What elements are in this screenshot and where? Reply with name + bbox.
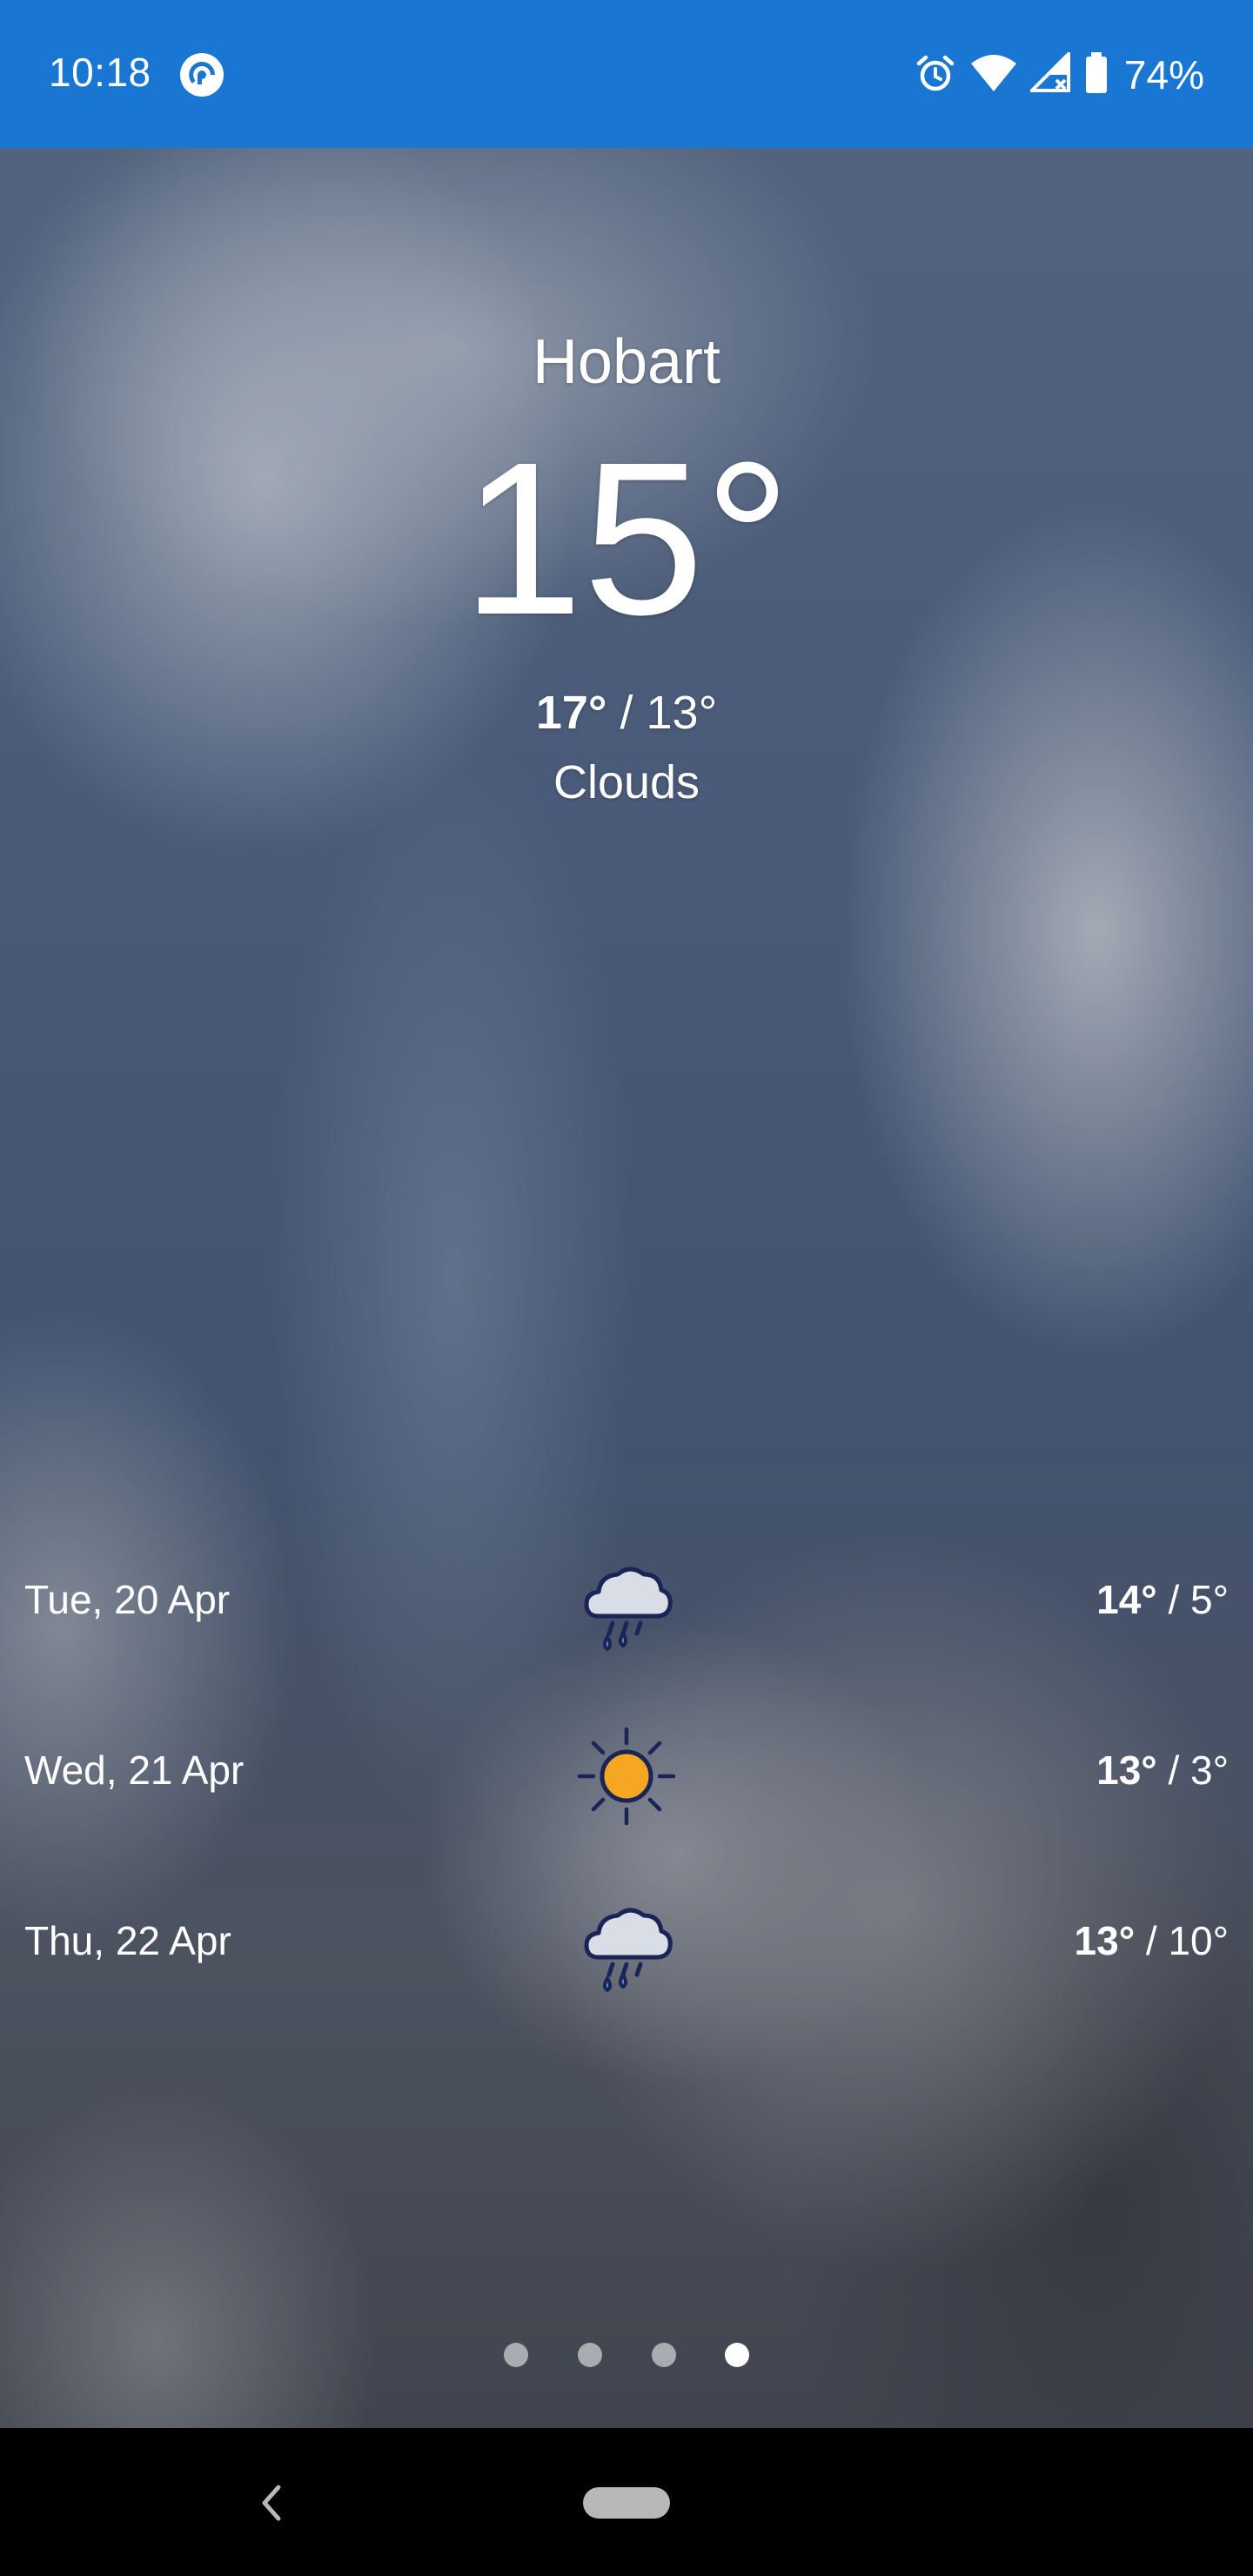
forecast-high: 14° [1096, 1577, 1157, 1622]
forecast-low: 5° [1190, 1577, 1229, 1622]
page-dot-4[interactable] [725, 2343, 749, 2367]
pocketcasts-icon [179, 52, 224, 102]
forecast-temperature: 14° / 5° [1096, 1580, 1229, 1620]
forecast-row[interactable]: Wed, 21 Apr 13° / 3° [0, 1689, 1253, 1860]
forecast-high: 13° [1074, 1918, 1136, 1963]
forecast-low: 3° [1190, 1748, 1229, 1793]
forecast-list: Tue, 20 Apr 14° / 5° Wed, 21 Apr 13° / 3… [0, 1519, 1253, 2030]
forecast-row[interactable]: Tue, 20 Apr 14° / 5° [0, 1519, 1253, 1689]
forecast-temperature: 13° / 3° [1096, 1750, 1229, 1790]
sun-icon [574, 1724, 679, 1828]
rain-cloud-icon [574, 1895, 679, 1999]
status-time: 10:18 [49, 50, 151, 95]
temperature-separator: / [1156, 1577, 1191, 1622]
weather-screen: 10:18 74% Hobart 15° 17° / 13° Clouds Tu… [0, 0, 1253, 2576]
low-temperature: 13° [646, 687, 718, 739]
forecast-temperature: 13° / 10° [1075, 1921, 1229, 1961]
page-dot-2[interactable] [578, 2343, 602, 2367]
current-temperature: 15° [461, 417, 792, 660]
rain-cloud-icon [574, 1553, 679, 1658]
navigation-bar [0, 2428, 1253, 2576]
page-dot-1[interactable] [504, 2343, 528, 2367]
battery-percentage: 74% [1123, 52, 1204, 97]
page-indicator [0, 2343, 1253, 2369]
city-name: Hobart [532, 327, 721, 397]
current-weather: Hobart 15° 17° / 13° Clouds [0, 331, 1253, 806]
forecast-date: Tue, 20 Apr [24, 1577, 231, 1622]
wifi-icon [969, 53, 1018, 97]
forecast-row[interactable]: Thu, 22 Apr 13° / 10° [0, 1860, 1253, 2030]
home-pill[interactable] [583, 2487, 670, 2519]
forecast-date: Wed, 21 Apr [24, 1748, 245, 1793]
battery-icon [1084, 51, 1109, 99]
high-temperature: 17° [535, 687, 607, 739]
status-bar: 10:18 74% [0, 0, 1253, 148]
status-icons: 74% [914, 49, 1204, 101]
weather-condition: Clouds [553, 756, 700, 808]
alarm-icon [914, 51, 957, 99]
forecast-high: 13° [1096, 1748, 1157, 1793]
high-low-temperature: 17° / 13° [0, 689, 1253, 736]
back-icon[interactable] [254, 2477, 289, 2533]
temperature-separator: / [606, 687, 647, 739]
forecast-low: 10° [1168, 1918, 1229, 1963]
cell-signal-icon [1028, 49, 1072, 98]
temperature-separator: / [1135, 1918, 1169, 1963]
forecast-date: Thu, 22 Apr [24, 1918, 231, 1963]
page-dot-3[interactable] [652, 2343, 676, 2367]
temperature-separator: / [1156, 1748, 1191, 1793]
